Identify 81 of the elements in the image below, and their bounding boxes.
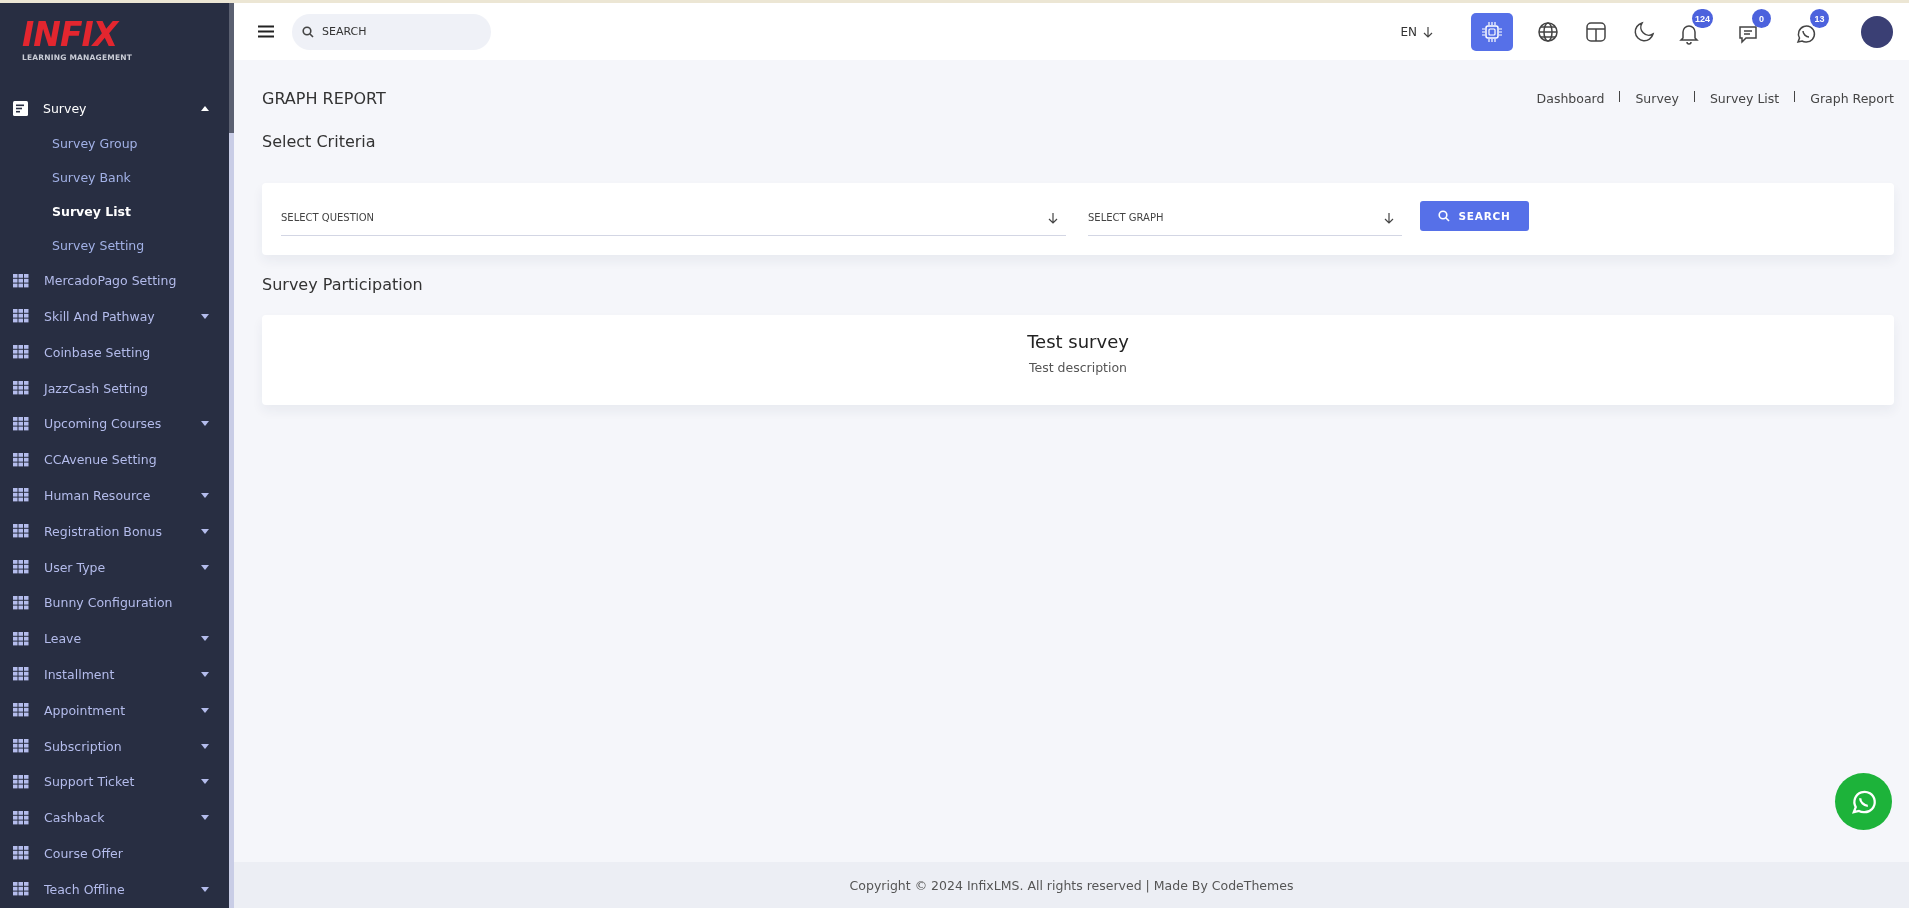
survey-description: Test description bbox=[1028, 360, 1128, 375]
sidebar-item[interactable]: Installment bbox=[0, 656, 229, 693]
sidebar-item[interactable]: Upcoming Courses bbox=[0, 406, 229, 442]
sidebar-subitem[interactable]: Survey Group bbox=[0, 126, 229, 161]
sidebar-subitem[interactable]: Survey Bank bbox=[0, 160, 229, 195]
select-field[interactable]: SELECT GRAPH bbox=[1088, 200, 1402, 236]
count-badge: 13 bbox=[1810, 9, 1829, 28]
sidebar-subitem[interactable]: Survey List bbox=[0, 194, 229, 229]
sidebar-item[interactable]: Human Resource bbox=[0, 477, 229, 514]
grid-icon bbox=[13, 846, 29, 861]
avatar[interactable] bbox=[1861, 15, 1893, 48]
down-arrow-icon bbox=[1384, 211, 1394, 224]
sidebar-item[interactable]: User Type bbox=[0, 549, 229, 585]
sidebar-item[interactable]: MercadoPago Setting bbox=[0, 262, 229, 299]
sidebar-subitem[interactable]: Survey Setting bbox=[0, 228, 229, 263]
notification-button[interactable]: 0 bbox=[1737, 9, 1773, 45]
grid-icon bbox=[13, 488, 29, 503]
down-arrow-icon bbox=[1423, 25, 1433, 38]
layout-icon bbox=[1585, 20, 1607, 43]
globe-icon bbox=[1537, 20, 1559, 43]
whatsapp-button[interactable] bbox=[1835, 773, 1892, 830]
sidebar-item[interactable]: Subscription bbox=[0, 728, 229, 764]
sidebar-item[interactable]: Registration Bonus bbox=[0, 513, 229, 550]
search-button[interactable]: SEARCH bbox=[1420, 201, 1529, 231]
select-field[interactable]: SELECT QUESTION bbox=[281, 200, 1066, 236]
search-field[interactable]: SEARCH bbox=[292, 13, 491, 50]
breadcrumb-link[interactable]: Survey bbox=[1635, 91, 1679, 106]
footer-text: Copyright © 2024 InfixLMS. All rights reserved | Made By CodeThemes bbox=[234, 862, 1909, 908]
grid-icon bbox=[13, 273, 29, 288]
grid-icon bbox=[13, 667, 29, 682]
grid-icon bbox=[13, 416, 29, 431]
grid-icon bbox=[13, 595, 29, 610]
section-heading: Survey Participation bbox=[262, 275, 424, 294]
sidebar-item[interactable]: Course Offer bbox=[0, 835, 229, 872]
sidebar-item[interactable]: Bunny Configuration bbox=[0, 584, 229, 621]
language-selector[interactable]: EN bbox=[1394, 23, 1439, 40]
chip-icon bbox=[1481, 20, 1503, 43]
chat-icon bbox=[1737, 23, 1759, 45]
sidebar-item[interactable]: Skill And Pathway bbox=[0, 298, 229, 335]
grid-icon bbox=[13, 560, 29, 575]
scrollbar[interactable] bbox=[229, 3, 234, 908]
breadcrumb-link[interactable]: Survey List bbox=[1709, 91, 1780, 106]
count-badge: 0 bbox=[1752, 9, 1771, 28]
grid-icon bbox=[13, 703, 29, 718]
section-heading: Select Criteria bbox=[262, 132, 377, 151]
ai-chip-button[interactable] bbox=[1471, 12, 1513, 51]
notification-button[interactable]: 124 bbox=[1679, 9, 1715, 45]
grid-icon bbox=[13, 309, 29, 324]
grid-icon bbox=[13, 739, 29, 754]
grid-icon bbox=[13, 452, 29, 467]
breadcrumb-link[interactable]: Dashboard bbox=[1536, 91, 1605, 106]
grid-icon bbox=[13, 524, 29, 539]
sidebar-item[interactable]: JazzCash Setting bbox=[0, 370, 229, 406]
grid-icon bbox=[13, 774, 29, 789]
moon-icon bbox=[1633, 20, 1655, 43]
survey-title: Test survey bbox=[1027, 331, 1129, 352]
menu-icon[interactable] bbox=[258, 25, 274, 38]
breadcrumb-link[interactable]: Graph Report bbox=[1810, 91, 1894, 106]
grid-icon bbox=[13, 882, 29, 897]
grid-icon bbox=[13, 631, 29, 646]
down-arrow-icon bbox=[1048, 211, 1058, 224]
search-icon bbox=[302, 25, 314, 38]
page-title: GRAPH REPORT bbox=[262, 89, 386, 108]
phone-chat-icon bbox=[1795, 23, 1817, 45]
sidebar-item[interactable]: Support Ticket bbox=[0, 763, 229, 800]
logo-title: INFIX bbox=[22, 17, 121, 53]
sidebar-item[interactable]: Survey bbox=[0, 91, 229, 127]
count-badge: 124 bbox=[1691, 9, 1713, 28]
sidebar-item[interactable]: Cashback bbox=[0, 799, 229, 836]
document-icon bbox=[13, 101, 28, 117]
grid-icon bbox=[13, 345, 29, 360]
sidebar-item[interactable]: Leave bbox=[0, 620, 229, 657]
grid-icon bbox=[13, 810, 29, 825]
sidebar-item[interactable]: Coinbase Setting bbox=[0, 334, 229, 371]
sidebar-item[interactable]: Appointment bbox=[0, 692, 229, 729]
search-icon bbox=[1438, 210, 1451, 222]
sidebar-item[interactable]: Teach Offline bbox=[0, 871, 229, 908]
sidebar-item[interactable]: CCAvenue Setting bbox=[0, 441, 229, 478]
grid-icon bbox=[13, 381, 29, 396]
bell-icon bbox=[1679, 23, 1699, 45]
notification-button[interactable]: 13 bbox=[1795, 9, 1831, 45]
